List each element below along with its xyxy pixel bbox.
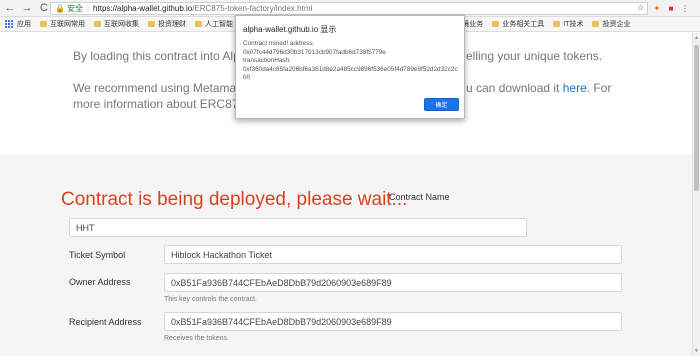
transaction-hash-text: 0xf360da4c65fa206bf6a361d8e2a485cc9896f5…: [243, 65, 458, 82]
folder-icon: [492, 21, 500, 27]
ticket-symbol-field[interactable]: Hiblock Hackathon Ticket: [164, 245, 622, 264]
contract-address-text: 0x07fc44d796d30b317013cb907fadb6d738f577…: [243, 48, 386, 56]
recipient-address-label: Recipient Address: [69, 317, 142, 327]
contract-name-field[interactable]: HHT: [69, 218, 527, 237]
more-info-text: more information about ERC875 cli: [73, 97, 260, 111]
contract-form: Contract is being deployed, please wait.…: [0, 154, 692, 356]
bookmark-folder[interactable]: 业务相关工具: [492, 19, 544, 29]
apps-icon[interactable]: [5, 20, 13, 28]
ticket-symbol-label: Ticket Symbol: [69, 250, 126, 260]
scroll-up-icon[interactable]: ▲: [694, 35, 699, 41]
page-scrollbar[interactable]: ▲ ▼: [692, 33, 700, 356]
recommend-text: We recommend using Metamask to: [73, 81, 262, 95]
folder-icon: [148, 21, 155, 27]
folder-icon: [195, 21, 202, 27]
contract-name-label: Contract Name: [389, 192, 450, 202]
folder-icon: [592, 21, 600, 27]
dialog-title: alpha-wallet.github.io 显示: [243, 25, 337, 34]
bookmark-folder[interactable]: 互联网收集: [94, 19, 139, 29]
bookmark-folder[interactable]: IT技术: [553, 19, 583, 29]
folder-icon: [40, 21, 47, 27]
back-button[interactable]: ←: [3, 1, 17, 15]
address-bar[interactable]: 🔒 安全 | https://alpha-wallet.github.io/ER…: [50, 2, 648, 15]
owner-address-field[interactable]: 0xB51Fa936B744CFEbAeD8DbB79d2060903e689F…: [164, 273, 622, 292]
recommend-text-right: u can download it here. For: [466, 81, 612, 95]
extension-icon[interactable]: ⋮: [680, 2, 690, 14]
bookmark-folder[interactable]: 投资理财: [148, 19, 186, 29]
dialog-line: transactionHash:: [243, 57, 291, 64]
reload-button[interactable]: C: [37, 1, 51, 15]
folder-icon: [94, 21, 101, 27]
bookmark-folder[interactable]: 人工智能: [195, 19, 233, 29]
intro-text-right: elling your unique tokens.: [466, 49, 603, 63]
extension-icon[interactable]: ■: [666, 2, 676, 14]
bookmark-folder[interactable]: 投资企业: [592, 19, 630, 29]
deploy-status-title: Contract is being deployed, please wait.…: [61, 189, 408, 210]
dialog-line: Contract mined! address:: [243, 40, 315, 47]
scrollbar-thumb[interactable]: [694, 45, 699, 191]
download-link[interactable]: here: [563, 81, 587, 95]
bookmark-folder[interactable]: 互联网常用: [40, 19, 85, 29]
secure-label: 安全: [66, 4, 83, 13]
lock-icon: 🔒: [55, 4, 65, 13]
extension-icon[interactable]: ✦: [652, 2, 662, 14]
recipient-address-field[interactable]: 0xB51Fa936B744CFEbAeD8DbB79d2060903e689F…: [164, 312, 622, 331]
url-host: https://alpha-wallet.github.io: [93, 4, 193, 13]
owner-help-text: This key controls the contract.: [164, 296, 257, 303]
url-path: /ERC875-token-factory/index.html: [192, 4, 313, 13]
scroll-down-icon[interactable]: ▼: [694, 348, 699, 354]
folder-icon: [553, 21, 561, 27]
bookmark-apps[interactable]: 应用: [17, 19, 31, 29]
forward-button[interactable]: →: [20, 1, 34, 15]
alert-dialog: alpha-wallet.github.io 显示 Contract mined…: [235, 15, 465, 119]
dialog-message: Contract mined! address: 0x07fc44d796d30…: [243, 40, 461, 83]
separator: |: [86, 4, 90, 13]
ok-button[interactable]: 确定: [424, 98, 459, 111]
recipient-help-text: Receives the tokens.: [164, 335, 229, 342]
owner-address-label: Owner Address: [69, 277, 131, 287]
star-icon[interactable]: ☆: [637, 3, 644, 12]
